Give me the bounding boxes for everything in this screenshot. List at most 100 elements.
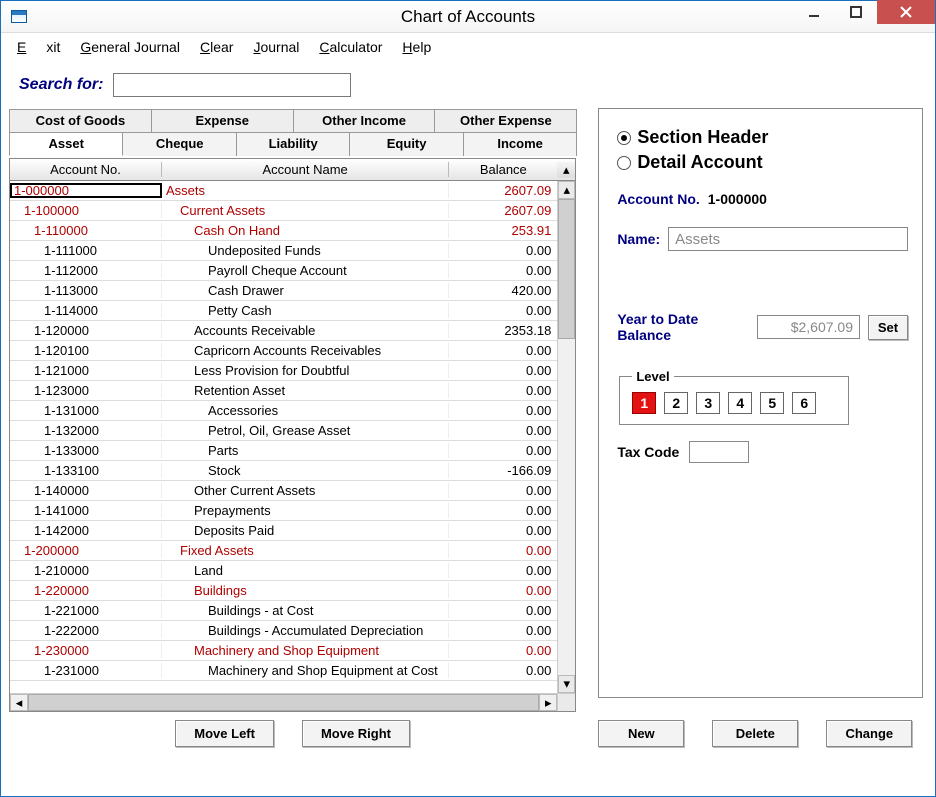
menu-general-journal[interactable]: General Journal — [70, 37, 190, 57]
cell-account-no: 1-142000 — [10, 523, 162, 538]
cell-account-name: Retention Asset — [162, 383, 449, 398]
radio-section-header[interactable] — [617, 131, 631, 145]
vertical-scrollbar[interactable]: ▴ ▾ — [557, 181, 575, 693]
scroll-down-icon[interactable]: ▾ — [558, 675, 575, 693]
table-row[interactable]: 1-131000Accessories0.00 — [10, 401, 557, 421]
level-4[interactable]: 4 — [728, 392, 752, 414]
set-button[interactable]: Set — [868, 315, 908, 340]
new-button[interactable]: New — [598, 720, 684, 747]
cell-balance: 0.00 — [449, 603, 557, 618]
left-pane: Cost of Goods Expense Other Income Other… — [9, 109, 576, 747]
cell-account-no: 1-133100 — [10, 463, 162, 478]
table-row[interactable]: 1-230000Machinery and Shop Equipment0.00 — [10, 641, 557, 661]
radio-detail-account[interactable] — [617, 156, 631, 170]
menu-clear[interactable]: Clear — [190, 37, 243, 57]
scroll-up-icon[interactable]: ▴ — [558, 181, 575, 199]
scroll-right-icon[interactable]: ▸ — [539, 694, 557, 711]
table-row[interactable]: 1-141000Prepayments0.00 — [10, 501, 557, 521]
table-row[interactable]: 1-200000Fixed Assets0.00 — [10, 541, 557, 561]
table-row[interactable]: 1-111000Undeposited Funds0.00 — [10, 241, 557, 261]
cell-account-name: Less Provision for Doubtful — [162, 363, 449, 378]
name-input[interactable]: Assets — [668, 227, 908, 251]
tab-other-expense[interactable]: Other Expense — [434, 109, 577, 132]
cell-account-no: 1-110000 — [10, 223, 162, 238]
col-header-account-no[interactable]: Account No. — [10, 162, 162, 177]
move-right-button[interactable]: Move Right — [302, 720, 410, 747]
tab-equity[interactable]: Equity — [349, 132, 463, 156]
tab-liability[interactable]: Liability — [236, 132, 350, 156]
col-header-balance[interactable]: Balance — [449, 162, 557, 177]
tab-cost-of-goods[interactable]: Cost of Goods — [9, 109, 152, 132]
scroll-left-icon[interactable]: ◂ — [10, 694, 28, 711]
table-row[interactable]: 1-142000Deposits Paid0.00 — [10, 521, 557, 541]
table-row[interactable]: 1-120000Accounts Receivable2353.18 — [10, 321, 557, 341]
table-row[interactable]: 1-140000Other Current Assets0.00 — [10, 481, 557, 501]
scroll-corner — [557, 693, 575, 711]
tabstrip: Cost of Goods Expense Other Income Other… — [9, 109, 576, 156]
delete-button[interactable]: Delete — [712, 720, 798, 747]
col-header-account-name[interactable]: Account Name — [162, 162, 449, 177]
horizontal-scrollbar[interactable]: ◂ ▸ — [10, 693, 557, 711]
cell-account-name: Buildings — [162, 583, 449, 598]
table-row[interactable]: 1-114000Petty Cash0.00 — [10, 301, 557, 321]
table-row[interactable]: 1-121000Less Provision for Doubtful0.00 — [10, 361, 557, 381]
cell-balance: 0.00 — [449, 343, 557, 358]
tab-cheque[interactable]: Cheque — [122, 132, 236, 156]
menu-help[interactable]: Help — [392, 37, 441, 57]
scroll-up-icon[interactable]: ▴ — [557, 162, 575, 178]
level-1[interactable]: 1 — [632, 392, 656, 414]
cell-account-name: Cash Drawer — [162, 283, 449, 298]
tab-expense[interactable]: Expense — [151, 109, 294, 132]
table-row[interactable]: 1-112000Payroll Cheque Account0.00 — [10, 261, 557, 281]
cell-balance: 0.00 — [449, 243, 557, 258]
cell-account-no: 1-140000 — [10, 483, 162, 498]
radio-section-header-label: Section Header — [637, 127, 768, 148]
table-row[interactable]: 1-100000Current Assets2607.09 — [10, 201, 557, 221]
table-row[interactable]: 1-133000Parts0.00 — [10, 441, 557, 461]
tab-income[interactable]: Income — [463, 132, 577, 156]
menu-journal[interactable]: Journal — [243, 37, 309, 57]
table-row[interactable]: 1-110000Cash On Hand253.91 — [10, 221, 557, 241]
table-row[interactable]: 1-221000Buildings - at Cost0.00 — [10, 601, 557, 621]
change-button[interactable]: Change — [826, 720, 912, 747]
move-left-button[interactable]: Move Left — [175, 720, 274, 747]
scroll-thumb[interactable] — [28, 694, 539, 711]
level-2[interactable]: 2 — [664, 392, 688, 414]
table-row[interactable]: 1-000000Assets2607.09 — [10, 181, 557, 201]
tax-code-input[interactable] — [689, 441, 749, 463]
cell-balance: 2353.18 — [449, 323, 557, 338]
cell-account-name: Petty Cash — [162, 303, 449, 318]
cell-balance: 420.00 — [449, 283, 557, 298]
table-row[interactable]: 1-133100Stock-166.09 — [10, 461, 557, 481]
cell-balance: 0.00 — [449, 483, 557, 498]
search-input[interactable] — [113, 73, 351, 97]
cell-account-no: 1-230000 — [10, 643, 162, 658]
table-row[interactable]: 1-123000Retention Asset0.00 — [10, 381, 557, 401]
name-label: Name: — [617, 231, 660, 247]
menu-calculator[interactable]: Calculator — [309, 37, 392, 57]
cell-account-name: Current Assets — [162, 203, 449, 218]
cell-account-no: 1-111000 — [10, 243, 162, 258]
cell-balance: 253.91 — [449, 223, 557, 238]
search-label: Search for: — [19, 76, 103, 94]
scroll-thumb[interactable] — [558, 199, 575, 339]
table-row[interactable]: 1-120100Capricorn Accounts Receivables0.… — [10, 341, 557, 361]
table-row[interactable]: 1-222000Buildings - Accumulated Deprecia… — [10, 621, 557, 641]
cell-account-no: 1-123000 — [10, 383, 162, 398]
table-row[interactable]: 1-113000Cash Drawer420.00 — [10, 281, 557, 301]
level-5[interactable]: 5 — [760, 392, 784, 414]
level-3[interactable]: 3 — [696, 392, 720, 414]
cell-account-name: Prepayments — [162, 503, 449, 518]
tab-asset[interactable]: Asset — [9, 132, 123, 156]
table-row[interactable]: 1-231000Machinery and Shop Equipment at … — [10, 661, 557, 681]
table-row[interactable]: 1-220000Buildings0.00 — [10, 581, 557, 601]
cell-balance: 0.00 — [449, 543, 557, 558]
table-row[interactable]: 1-132000Petrol, Oil, Grease Asset0.00 — [10, 421, 557, 441]
tab-other-income[interactable]: Other Income — [293, 109, 436, 132]
detail-pane: Section Header Detail Account Account No… — [598, 108, 923, 698]
cell-account-no: 1-132000 — [10, 423, 162, 438]
level-6[interactable]: 6 — [792, 392, 816, 414]
table-row[interactable]: 1-210000Land0.00 — [10, 561, 557, 581]
ytd-balance-input[interactable]: $2,607.09 — [757, 315, 860, 339]
menu-exit[interactable]: Exit — [7, 37, 70, 57]
